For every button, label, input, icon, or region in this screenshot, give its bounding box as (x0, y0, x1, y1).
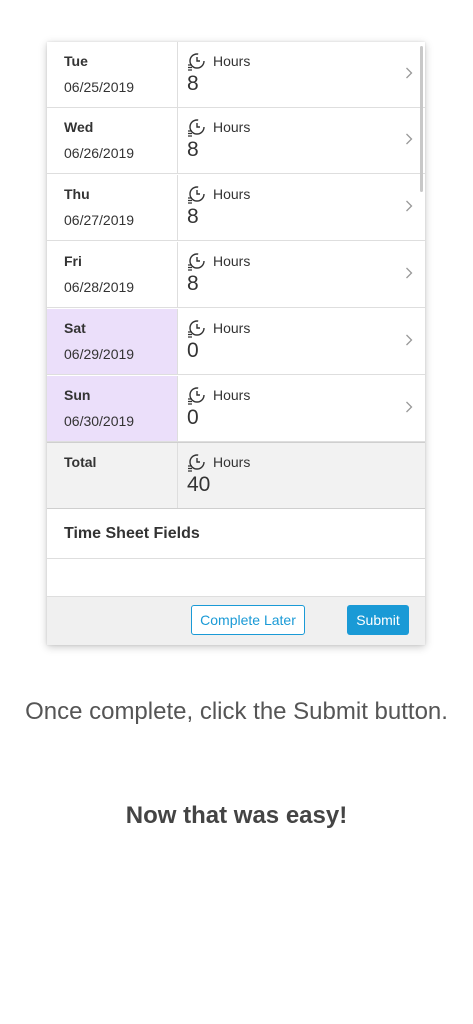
time-sheet-fields-header: Time Sheet Fields (47, 509, 425, 559)
day-cell: Sun 06/30/2019 (47, 376, 178, 441)
clock-list-icon (188, 186, 205, 204)
day-date: 06/28/2019 (64, 279, 135, 295)
day-row[interactable]: Wed 06/26/2019 Hours 8 (47, 108, 425, 174)
day-cell: Fri 06/28/2019 (47, 242, 178, 307)
clock-list-icon (188, 253, 205, 271)
chevron-right-icon[interactable] (405, 267, 413, 279)
day-date: 06/27/2019 (64, 212, 135, 228)
day-cell: Sat 06/29/2019 (47, 309, 178, 374)
day-row[interactable]: Sun 06/30/2019 Hours 0 (47, 376, 425, 442)
tagline: Now that was easy! (125, 802, 348, 829)
day-date: 06/25/2019 (64, 79, 135, 95)
clock-list-icon (188, 387, 205, 405)
chevron-right-icon[interactable] (405, 200, 413, 212)
total-hours-value: 40 (187, 473, 211, 496)
hours-value: 8 (187, 72, 199, 95)
day-row[interactable]: Sat 06/29/2019 Hours 0 (47, 309, 425, 375)
submit-button[interactable]: Submit (347, 605, 409, 635)
day-name: Fri (64, 253, 82, 269)
day-name: Wed (64, 119, 94, 135)
day-row[interactable]: Thu 06/27/2019 Hours 8 (47, 175, 425, 241)
total-cell: Total (47, 443, 178, 508)
timesheet-card: Tue 06/25/2019 Hours 8 Wed 06/26/2019 Ho… (47, 42, 425, 645)
action-footer: Complete Later Submit (47, 597, 425, 645)
complete-later-button[interactable]: Complete Later (191, 605, 305, 635)
day-name: Thu (64, 186, 90, 202)
instruction-caption: Once complete, click the Submit button. (25, 698, 448, 725)
hours-value: 0 (187, 406, 199, 429)
scrollbar[interactable] (420, 46, 423, 192)
hours-label: Hours (213, 320, 251, 336)
clock-list-icon (188, 119, 205, 137)
chevron-right-icon[interactable] (405, 401, 413, 413)
chevron-right-icon[interactable] (405, 67, 413, 79)
day-cell: Wed 06/26/2019 (47, 108, 178, 173)
hours-value: 0 (187, 339, 199, 362)
day-row[interactable]: Tue 06/25/2019 Hours 8 (47, 42, 425, 108)
day-name: Tue (64, 53, 88, 69)
hours-value: 8 (187, 272, 199, 295)
hours-value: 8 (187, 205, 199, 228)
day-name: Sun (64, 387, 91, 403)
total-row: Total Hours 40 (47, 442, 425, 509)
hours-label: Hours (213, 253, 251, 269)
clock-list-icon (188, 320, 205, 338)
day-cell: Tue 06/25/2019 (47, 42, 178, 107)
day-row[interactable]: Fri 06/28/2019 Hours 8 (47, 242, 425, 308)
day-date: 06/30/2019 (64, 413, 135, 429)
day-date: 06/29/2019 (64, 346, 135, 362)
hours-value: 8 (187, 138, 199, 161)
chevron-right-icon[interactable] (405, 334, 413, 346)
day-cell: Thu 06/27/2019 (47, 175, 178, 240)
clock-list-icon (188, 454, 205, 472)
day-name: Sat (64, 320, 86, 336)
hours-label: Hours (213, 53, 251, 69)
hours-label: Hours (213, 119, 251, 135)
hours-label: Hours (213, 387, 251, 403)
hours-label: Hours (213, 186, 251, 202)
hours-label: Hours (213, 454, 251, 470)
day-date: 06/26/2019 (64, 145, 135, 161)
time-sheet-fields-title: Time Sheet Fields (64, 525, 200, 542)
chevron-right-icon[interactable] (405, 133, 413, 145)
time-sheet-fields-body (47, 559, 425, 597)
total-label: Total (64, 454, 97, 470)
clock-list-icon (188, 53, 205, 71)
